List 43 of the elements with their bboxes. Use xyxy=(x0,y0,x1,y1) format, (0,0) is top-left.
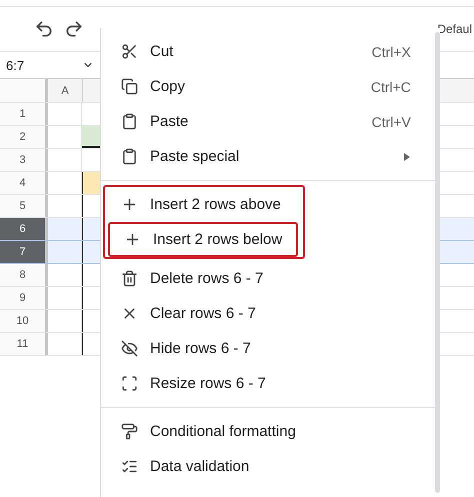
menu-item[interactable]: Hide rows 6 - 7 xyxy=(105,331,433,366)
menu-item[interactable]: Insert 2 rows above xyxy=(105,187,303,222)
row-header[interactable]: 7 xyxy=(0,241,48,263)
row-header[interactable]: 11 xyxy=(0,333,48,355)
redo-icon[interactable] xyxy=(64,19,84,39)
paint-roller-icon xyxy=(121,423,138,440)
shortcut-label: Ctrl+V xyxy=(372,114,411,130)
menu-item[interactable]: Paste Ctrl+V xyxy=(105,104,433,139)
menu-item[interactable]: Data validation xyxy=(105,449,433,484)
menu-item[interactable]: Clear rows 6 - 7 xyxy=(105,296,433,331)
menu-item[interactable]: Insert 2 rows below xyxy=(108,222,298,257)
row-header[interactable]: 4 xyxy=(0,172,48,194)
row-header[interactable]: 3 xyxy=(0,149,48,171)
trash-icon xyxy=(121,270,138,287)
clipboard-icon xyxy=(121,113,138,130)
submenu-arrow-icon xyxy=(402,152,411,160)
plus-icon xyxy=(121,196,138,213)
name-box[interactable]: 6:7 xyxy=(0,58,100,72)
checklist-icon xyxy=(121,458,138,475)
row-header[interactable]: 9 xyxy=(0,287,48,309)
copy-icon xyxy=(121,78,138,95)
menu-item[interactable]: Resize rows 6 - 7 xyxy=(105,366,433,401)
menu-item[interactable]: Delete rows 6 - 7 xyxy=(105,261,433,296)
menu-item[interactable]: Cut Ctrl+X xyxy=(105,34,433,69)
row-header[interactable]: 2 xyxy=(0,126,48,148)
menu-item[interactable]: Paste special xyxy=(105,139,433,174)
row-header[interactable]: 8 xyxy=(0,264,48,286)
row-header[interactable]: 5 xyxy=(0,195,48,217)
menu-item[interactable]: Conditional formatting xyxy=(105,414,433,449)
menu-item[interactable]: Copy Ctrl+C xyxy=(105,69,433,104)
shortcut-label: Ctrl+C xyxy=(370,78,411,94)
scrollbar[interactable] xyxy=(434,32,440,493)
shortcut-label: Ctrl+X xyxy=(372,44,411,60)
plus-icon xyxy=(124,231,141,248)
column-header[interactable]: A xyxy=(48,79,83,102)
scissors-icon xyxy=(121,43,138,60)
row-header[interactable]: 1 xyxy=(0,103,48,125)
row-header[interactable]: 10 xyxy=(0,310,48,332)
clipboard-icon xyxy=(121,148,138,165)
resize-icon xyxy=(121,375,138,392)
row-header[interactable]: 6 xyxy=(0,218,48,240)
undo-icon[interactable] xyxy=(34,19,54,39)
eye-off-icon xyxy=(121,340,138,357)
